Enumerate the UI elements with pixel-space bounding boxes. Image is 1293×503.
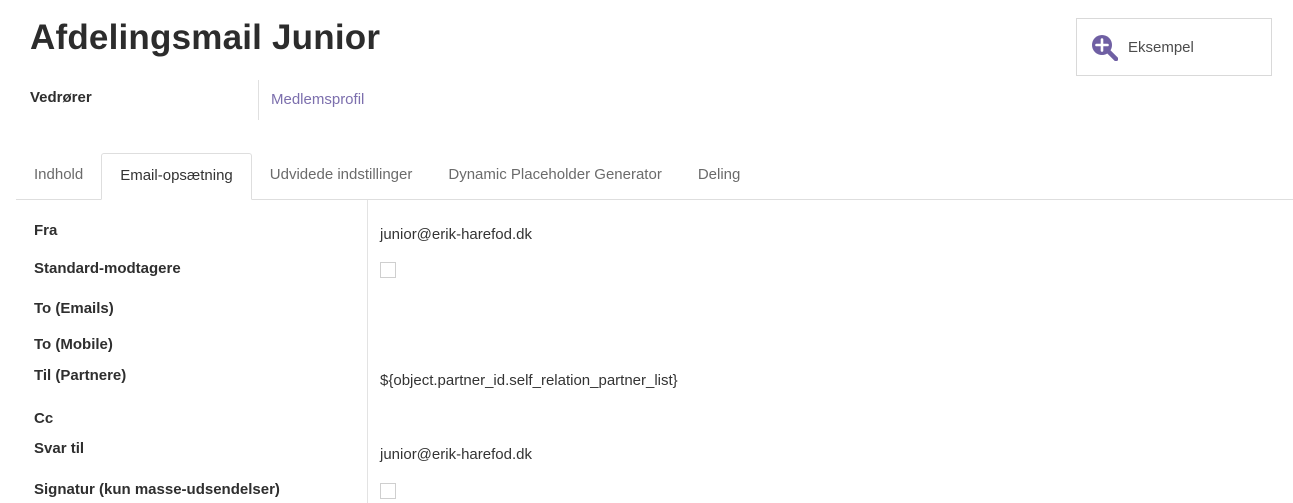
- subject-divider: [258, 80, 259, 120]
- cc-label: Cc: [34, 410, 54, 427]
- signature-checkbox[interactable]: [380, 483, 396, 499]
- to-emails-label: To (Emails): [34, 300, 114, 317]
- preview-button-label: Eksempel: [1128, 38, 1194, 56]
- to-partners-field[interactable]: ${object.partner_id.self_relation_partne…: [380, 372, 678, 389]
- default-recipients-checkbox[interactable]: [380, 262, 396, 278]
- tab-email-setup[interactable]: Email-opsætning: [101, 153, 252, 200]
- signature-label: Signatur (kun masse-udsendelser): [34, 481, 280, 498]
- tab-advanced-settings[interactable]: Udvidede indstillinger: [252, 153, 431, 199]
- subject-model-link[interactable]: Medlemsprofil: [271, 91, 364, 108]
- zoom-in-icon: [1090, 33, 1119, 62]
- tab-bar: Indhold Email-opsætning Udvidede indstil…: [16, 152, 1293, 200]
- email-setup-panel: Fra junior@erik-harefod.dk Standard-modt…: [16, 200, 1293, 503]
- default-recipients-label: Standard-modtagere: [34, 260, 181, 277]
- page-title: Afdelingsmail Junior: [30, 18, 381, 57]
- tab-content[interactable]: Indhold: [16, 153, 101, 199]
- reply-to-label: Svar til: [34, 440, 85, 457]
- preview-button[interactable]: Eksempel: [1076, 18, 1272, 76]
- to-partners-label: Til (Partnere): [34, 367, 127, 384]
- tab-sharing[interactable]: Deling: [680, 153, 759, 199]
- email-template-form: Afdelingsmail Junior Eksempel Vedrører M…: [0, 0, 1293, 503]
- tab-dynamic-placeholder-generator[interactable]: Dynamic Placeholder Generator: [430, 153, 679, 199]
- from-label: Fra: [34, 222, 58, 239]
- reply-to-field[interactable]: junior@erik-harefod.dk: [380, 446, 532, 463]
- from-field[interactable]: junior@erik-harefod.dk: [380, 226, 532, 243]
- field-divider: [367, 200, 368, 503]
- subject-label: Vedrører: [30, 89, 92, 106]
- to-mobile-label: To (Mobile): [34, 336, 113, 353]
